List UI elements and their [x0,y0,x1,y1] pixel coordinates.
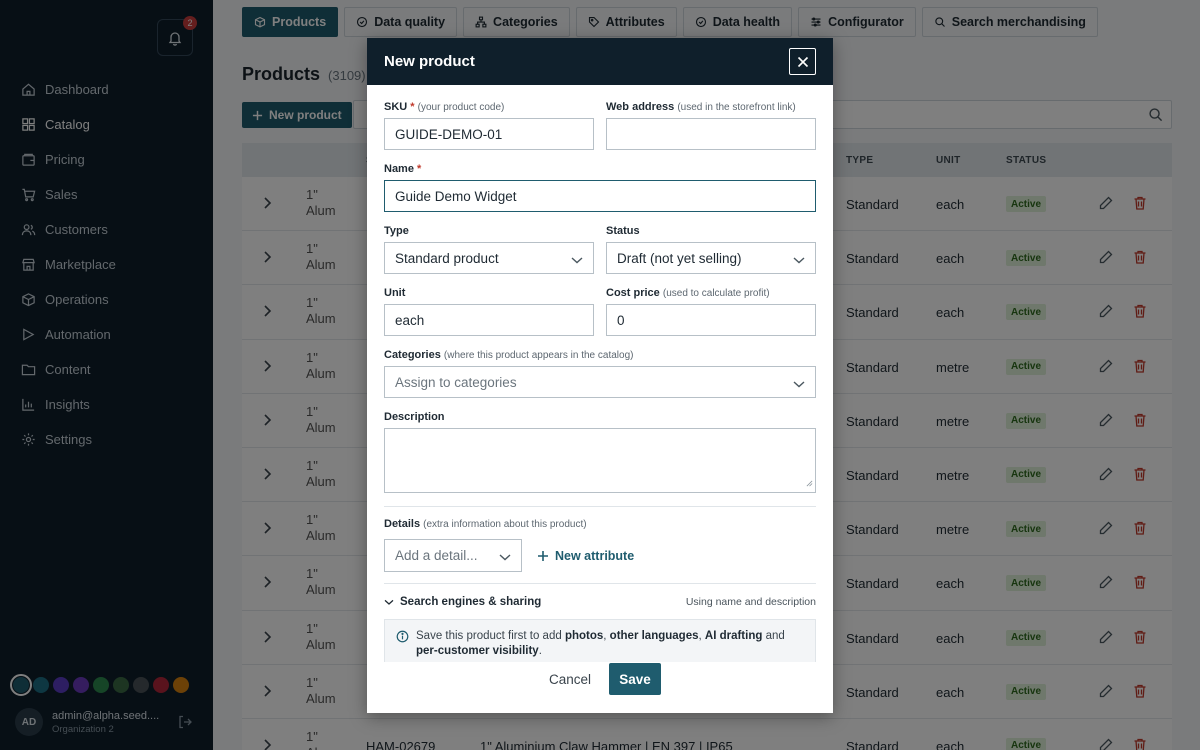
notice-text: . [538,645,542,657]
sku-field: SKU * (your product code) GUIDE-DEMO-01 [384,101,594,150]
details-section: Details (extra information about this pr… [384,518,816,530]
categories-select[interactable]: Assign to categories [384,366,816,398]
notice-emphasis: per-customer visibility [416,645,539,657]
description-field: Description [384,411,816,493]
notice-emphasis: AI drafting [704,630,763,642]
type-field: Type Standard product [384,225,594,274]
new-product-dialog: New product SKU * (your product code) GU… [367,38,833,713]
info-icon [396,630,409,648]
new-attribute-label: New attribute [555,548,635,563]
dialog-header: New product [367,38,833,85]
add-detail-placeholder: Add a detail... [395,548,478,563]
status-select[interactable]: Draft (not yet selling) [606,242,816,274]
seo-label: Search engines & sharing [400,596,542,608]
resize-handle-icon[interactable] [806,475,813,490]
seo-section-header: Search engines & sharing Using name and … [384,593,816,611]
unit-label: Unit [384,287,406,299]
type-select[interactable]: Standard product [384,242,594,274]
chevron-down-icon [571,253,583,268]
close-button[interactable] [789,48,816,75]
cost-price-input[interactable]: 0 [606,304,816,336]
type-label: Type [384,225,409,237]
notice-emphasis: other languages [609,630,699,642]
close-icon [797,56,808,67]
details-label: Details [384,518,421,530]
name-field: Name * Guide Demo Widget [384,163,816,212]
categories-label: Categories [384,349,441,361]
cost-price-field: Cost price (used to calculate profit) 0 [606,287,816,336]
unit-field: Unit each [384,287,594,336]
sku-label: SKU [384,101,408,113]
seo-status: Using name and description [685,596,816,608]
unit-input[interactable]: each [384,304,594,336]
divider [384,506,816,507]
details-hint: (extra information about this product) [423,519,587,530]
seo-toggle[interactable]: Search engines & sharing [384,596,541,608]
sku-input[interactable]: GUIDE-DEMO-01 [384,118,594,150]
notice-emphasis: photos [564,630,604,642]
sku-hint: (your product code) [417,102,505,113]
type-value: Standard product [395,250,499,266]
plus-icon [538,550,548,561]
notice-text: Save this product first to add [416,630,565,642]
cost-price-hint: (used to calculate profit) [662,288,770,299]
web-address-field: Web address (used in the storefront link… [606,101,816,150]
description-label: Description [384,411,445,423]
cancel-button[interactable]: Cancel [538,664,602,695]
web-address-hint: (used in the storefront link) [677,102,796,113]
description-textarea[interactable] [384,428,816,493]
status-value: Draft (not yet selling) [617,250,742,266]
notice-text: and [762,630,785,642]
dialog-footer: Cancel Save [367,662,833,713]
chevron-down-icon [793,253,805,268]
cost-price-label: Cost price [606,287,660,299]
new-attribute-button[interactable]: New attribute [537,539,634,572]
categories-placeholder: Assign to categories [395,374,517,390]
status-field: Status Draft (not yet selling) [606,225,816,274]
categories-hint: (where this product appears in the catal… [443,350,634,361]
web-address-input[interactable] [606,118,816,150]
web-address-label: Web address [606,101,675,113]
add-detail-select[interactable]: Add a detail... [384,539,522,572]
status-label: Status [606,225,640,237]
name-label: Name [384,163,414,175]
save-first-notice: Save this product first to add photos, o… [384,619,816,663]
chevron-down-icon [499,550,511,565]
categories-field: Categories (where this product appears i… [384,349,816,398]
divider [384,583,816,584]
dialog-title: New product [384,53,475,70]
save-button[interactable]: Save [609,663,661,695]
name-input[interactable]: Guide Demo Widget [384,180,816,212]
required-marker: * [417,163,422,175]
chevron-down-icon [793,377,805,392]
required-marker: * [410,101,415,113]
chevron-down-icon [384,599,394,605]
